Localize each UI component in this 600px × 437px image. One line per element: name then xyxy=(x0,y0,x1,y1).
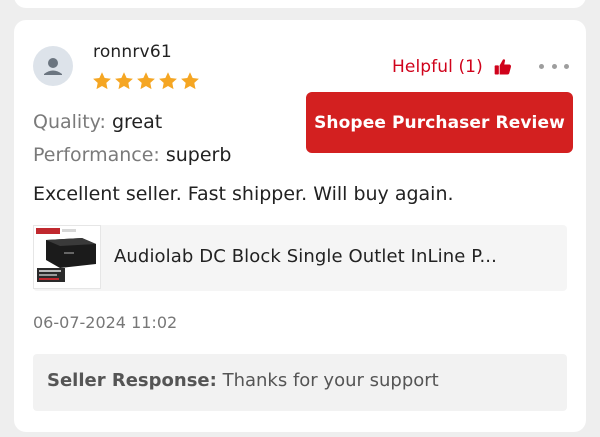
star-icon xyxy=(181,72,199,90)
product-thumbnail xyxy=(33,225,101,289)
helpful-label: Helpful (1) xyxy=(392,57,483,77)
avatar[interactable] xyxy=(33,46,73,86)
previous-review-card xyxy=(14,0,586,8)
product-link[interactable]: Audiolab DC Block Single Outlet InLine P… xyxy=(33,225,567,291)
performance-label: Performance: xyxy=(33,144,160,166)
thumbs-up-icon xyxy=(494,59,511,75)
more-horizontal-icon xyxy=(539,63,544,69)
star-icon xyxy=(137,72,155,90)
product-name: Audiolab DC Block Single Outlet InLine P… xyxy=(114,246,497,267)
performance-attribute: Performance: superb xyxy=(33,144,231,166)
seller-response-label: Seller Response: xyxy=(47,370,217,391)
review-comment: Excellent seller. Fast shipper. Will buy… xyxy=(33,183,454,205)
rating-stars xyxy=(91,70,201,92)
performance-value: superb xyxy=(165,144,232,166)
review-timestamp: 06-07-2024 11:02 xyxy=(33,313,178,332)
seller-response: Seller Response: Thanks for your support xyxy=(33,354,567,411)
star-icon xyxy=(159,72,177,90)
helpful-button[interactable]: Helpful (1) xyxy=(392,55,513,79)
reviewer-username[interactable]: ronnrv61 xyxy=(93,42,172,62)
quality-attribute: Quality: great xyxy=(33,111,162,133)
star-icon xyxy=(115,72,133,90)
seller-response-text: Thanks for your support xyxy=(222,370,439,391)
user-avatar-icon xyxy=(44,58,62,75)
more-options-button[interactable] xyxy=(539,59,569,73)
quality-label: Quality: xyxy=(33,111,106,133)
purchaser-review-badge: Shopee Purchaser Review xyxy=(306,92,573,153)
quality-value: great xyxy=(111,111,163,133)
star-icon xyxy=(93,72,111,90)
